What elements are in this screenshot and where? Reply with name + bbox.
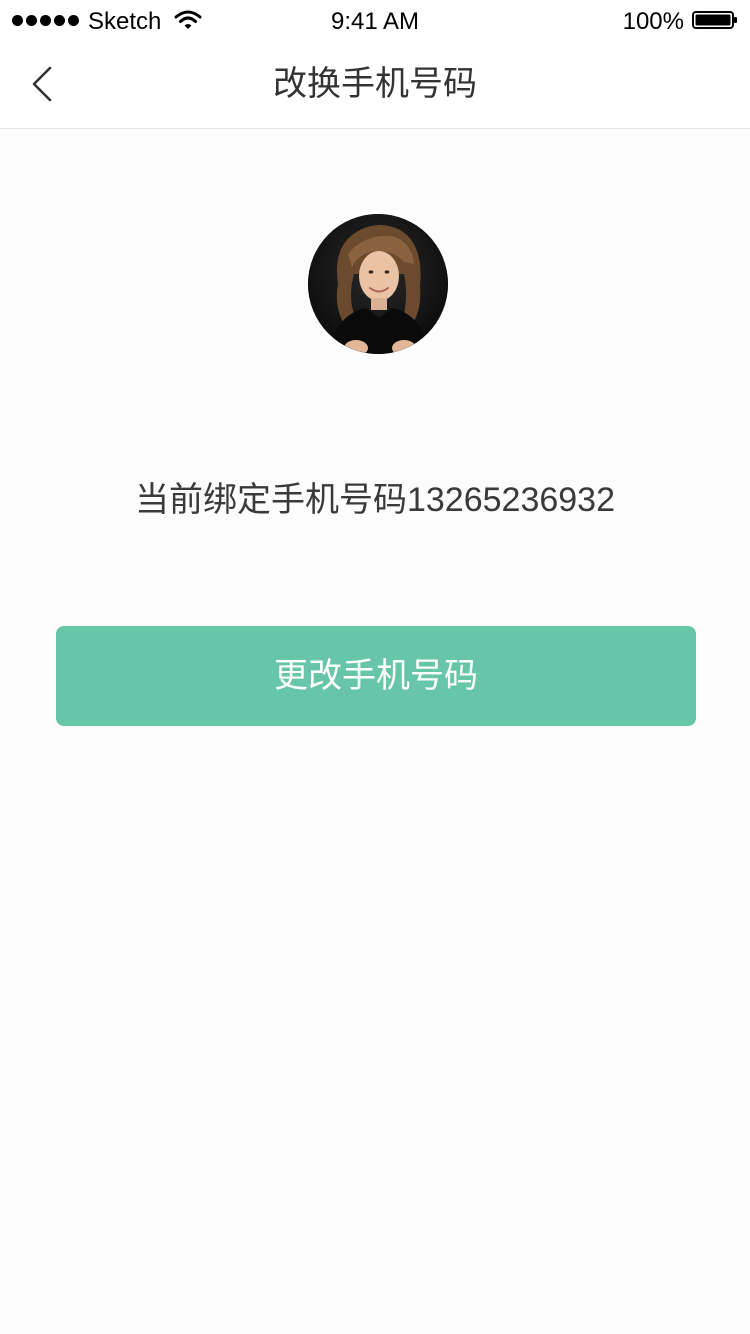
status-bar: Sketch 9:41 AM 100%	[0, 0, 750, 40]
current-phone-text: 当前绑定手机号码13265236932	[134, 481, 615, 519]
avatar	[308, 214, 448, 354]
battery-percentage: 100%	[622, 8, 684, 35]
change-phone-button[interactable]: 更改手机号码	[56, 626, 696, 726]
page-title: 改换手机号码	[273, 65, 477, 103]
nav-bar: 改换手机号码	[0, 40, 750, 129]
battery-icon	[692, 11, 738, 29]
